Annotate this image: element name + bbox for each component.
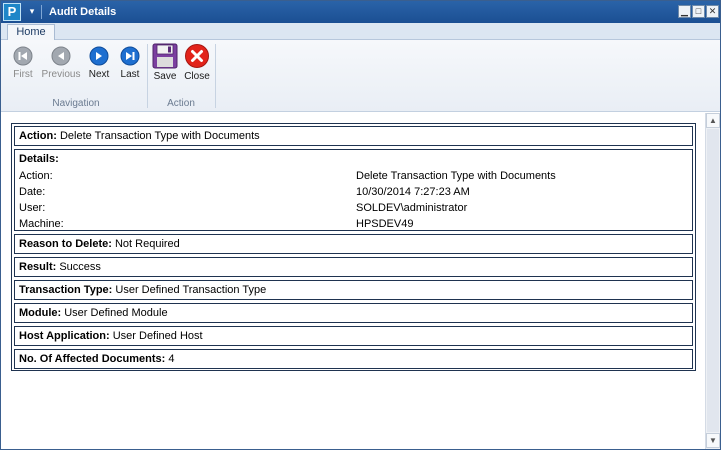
- quick-access-dropdown-icon[interactable]: ▾: [27, 5, 37, 17]
- reason-row: Reason to Delete: Not Required: [14, 234, 693, 254]
- navigation-group-label: Navigation: [52, 98, 100, 109]
- action-row: Action: Delete Transaction Type with Doc…: [14, 126, 693, 146]
- detail-row-action: Action: Delete Transaction Type with Doc…: [19, 168, 688, 184]
- close-button-label: Close: [184, 71, 210, 82]
- last-button-label: Last: [120, 69, 140, 80]
- detail-row-user: User: SOLDEV\administrator: [19, 200, 688, 216]
- next-arrow-icon: [89, 46, 109, 66]
- app-logo-icon[interactable]: P: [3, 3, 21, 21]
- transaction-type-value: User Defined Transaction Type: [115, 284, 267, 296]
- result-label: Result:: [19, 261, 57, 273]
- ribbon-tab-strip: Home: [1, 23, 720, 41]
- host-application-row: Host Application: User Defined Host: [14, 326, 693, 346]
- affected-documents-value: 4: [168, 353, 175, 365]
- first-button-label: First: [13, 69, 33, 80]
- scrollbar-thumb[interactable]: [707, 129, 719, 432]
- reason-label: Reason to Delete:: [19, 238, 112, 250]
- window-title: Audit Details: [49, 6, 117, 18]
- affected-documents-label: No. Of Affected Documents:: [19, 353, 166, 365]
- title-bar: P ▾ Audit Details ▁ □ ✕: [1, 1, 720, 23]
- previous-button-label: Previous: [41, 69, 81, 80]
- action-label: Action:: [19, 130, 57, 142]
- host-application-label: Host Application:: [19, 330, 110, 342]
- title-separator: [41, 5, 42, 19]
- module-label: Module:: [19, 307, 62, 319]
- reason-value: Not Required: [114, 238, 180, 250]
- host-application-value: User Defined Host: [112, 330, 203, 342]
- audit-record-box: Action: Delete Transaction Type with Doc…: [11, 123, 696, 371]
- close-button[interactable]: Close: [177, 43, 217, 85]
- action-value: Delete Transaction Type with Documents: [59, 130, 260, 142]
- window-close-button[interactable]: ✕: [706, 5, 719, 18]
- previous-arrow-icon: [51, 46, 71, 66]
- detail-key: Action:: [19, 170, 53, 182]
- audit-details-window: P ▾ Audit Details ▁ □ ✕ Home First Previ…: [0, 0, 721, 450]
- first-arrow-icon: [13, 46, 33, 66]
- details-heading: Details:: [19, 153, 59, 165]
- detail-key: Machine:: [19, 218, 64, 230]
- vertical-scrollbar[interactable]: ▲ ▼: [705, 113, 720, 449]
- detail-row-date: Date: 10/30/2014 7:27:23 AM: [19, 184, 688, 200]
- result-row: Result: Success: [14, 257, 693, 277]
- ribbon-body: First Previous Next Last Navigation Save…: [1, 40, 720, 112]
- ribbon-group-separator-end: [215, 44, 216, 108]
- first-button[interactable]: First: [3, 46, 43, 88]
- minimize-button[interactable]: ▁: [678, 5, 691, 18]
- audit-content-pane: Action: Delete Transaction Type with Doc…: [1, 113, 705, 449]
- maximize-button[interactable]: □: [692, 5, 705, 18]
- detail-value: SOLDEV\administrator: [356, 202, 468, 214]
- detail-value: Delete Transaction Type with Documents: [356, 170, 556, 182]
- transaction-type-row: Transaction Type: User Defined Transacti…: [14, 280, 693, 300]
- detail-value: HPSDEV49: [356, 218, 414, 230]
- previous-button[interactable]: Previous: [41, 46, 81, 88]
- result-value: Success: [59, 261, 101, 273]
- scroll-down-arrow-icon[interactable]: ▼: [706, 433, 720, 448]
- details-section: Details: Action: Delete Transaction Type…: [14, 149, 693, 231]
- detail-value: 10/30/2014 7:27:23 AM: [356, 186, 470, 198]
- module-row: Module: User Defined Module: [14, 303, 693, 323]
- transaction-type-label: Transaction Type:: [19, 284, 113, 296]
- tab-home[interactable]: Home: [7, 24, 55, 41]
- last-arrow-icon: [120, 46, 140, 66]
- detail-row-machine: Machine: HPSDEV49: [19, 216, 688, 232]
- scroll-up-arrow-icon[interactable]: ▲: [706, 113, 720, 128]
- floppy-disk-icon: [152, 43, 178, 69]
- detail-key: Date:: [19, 186, 46, 198]
- affected-documents-row: No. Of Affected Documents: 4: [14, 349, 693, 369]
- close-circle-icon: [185, 44, 209, 68]
- module-value: User Defined Module: [64, 307, 168, 319]
- action-group-label: Action: [167, 98, 195, 109]
- last-button[interactable]: Last: [110, 46, 150, 88]
- detail-key: User:: [19, 202, 46, 214]
